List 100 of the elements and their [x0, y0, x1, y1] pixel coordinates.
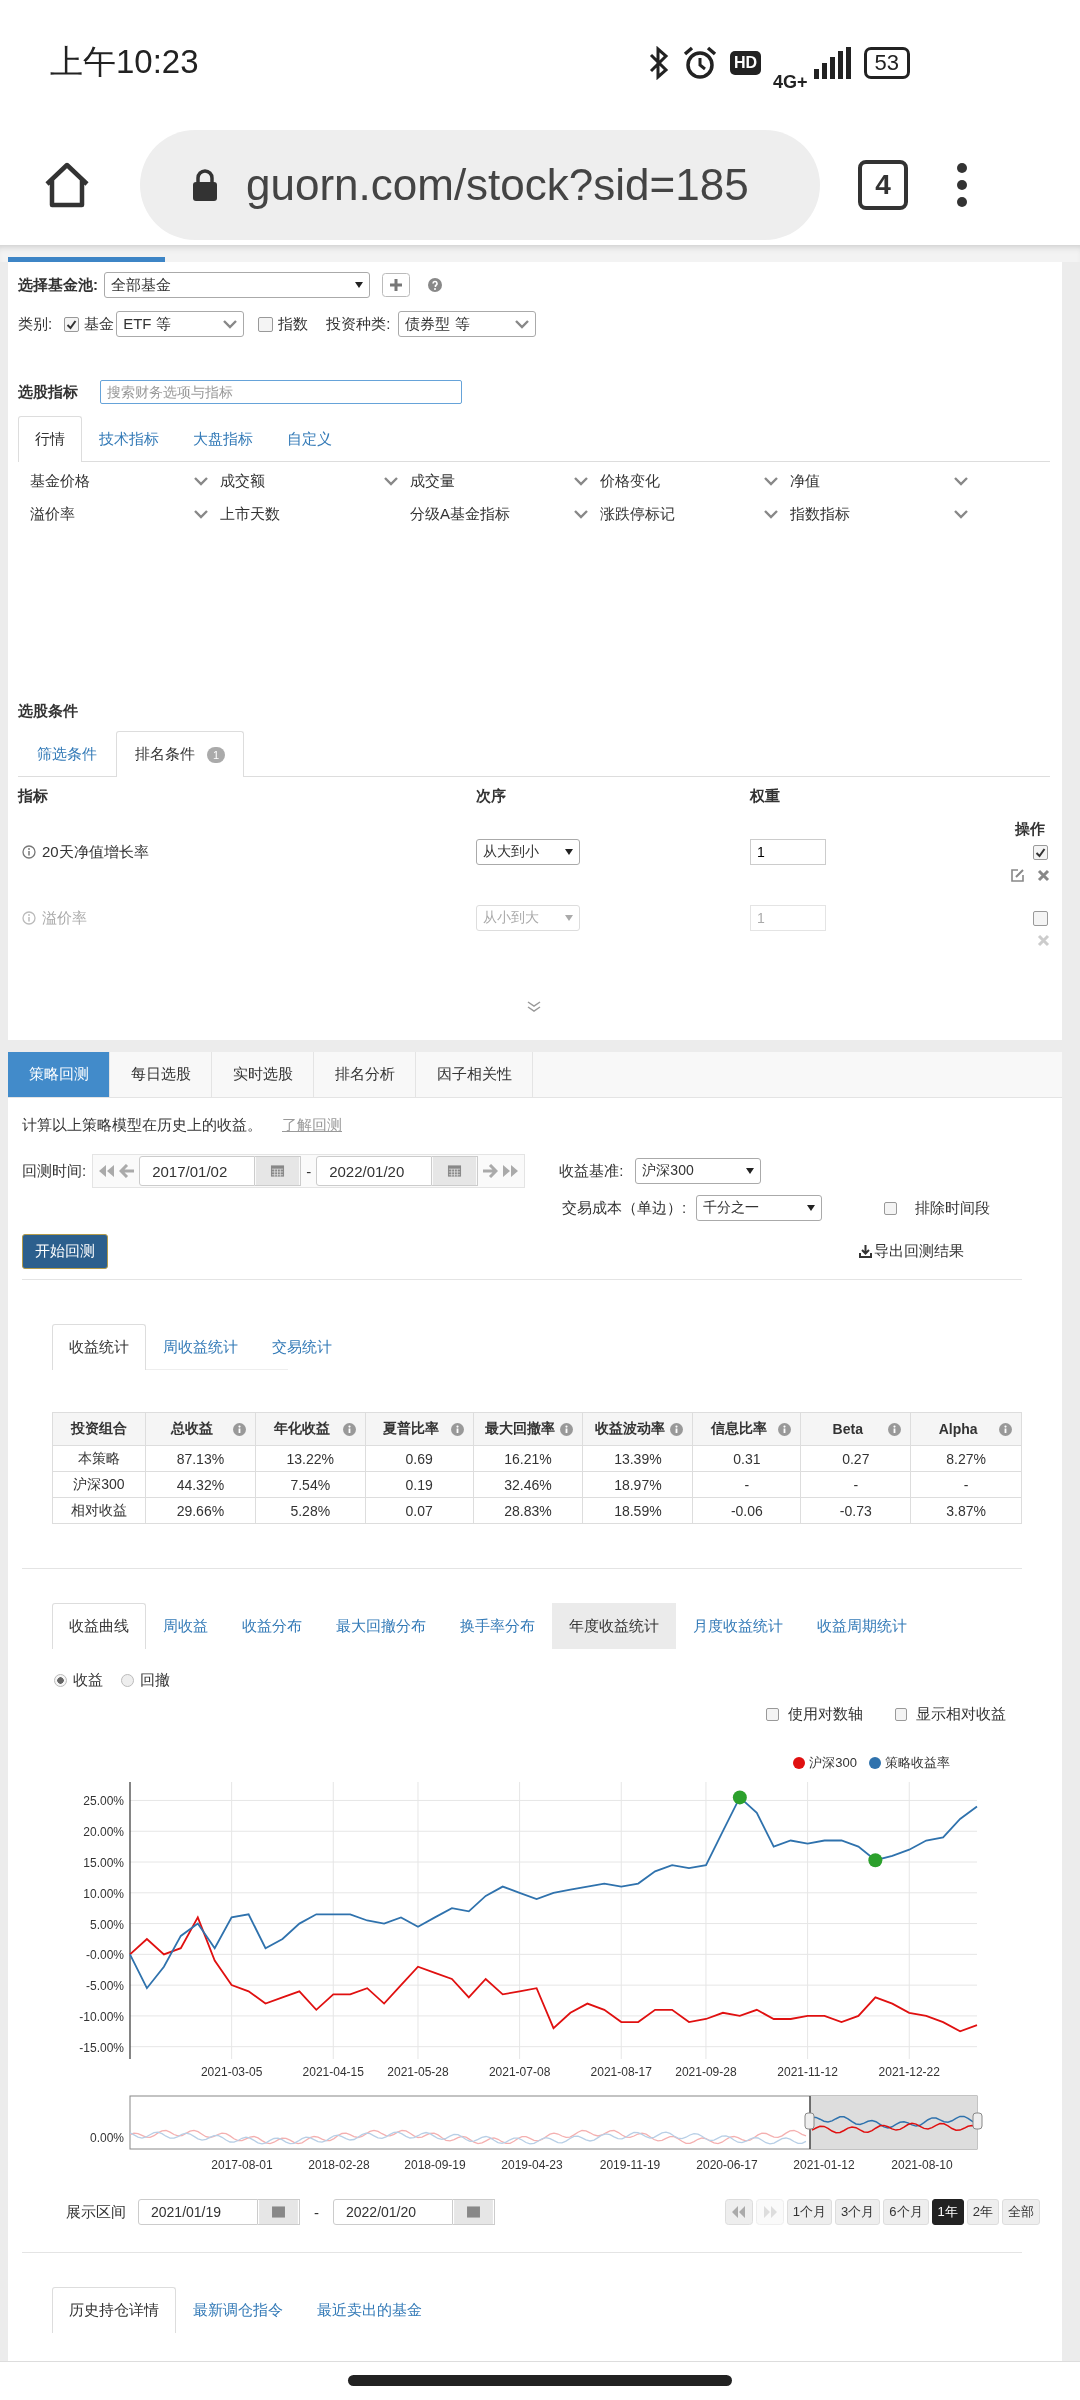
holdings-tab[interactable]: 最近卖出的基金 [300, 2287, 439, 2333]
chart-tab[interactable]: 换手率分布 [443, 1603, 552, 1649]
info-icon[interactable] [778, 1423, 792, 1436]
indicator-tab[interactable]: 技术指标 [82, 416, 176, 462]
indicator-dropdown[interactable]: 基金价格 [30, 472, 208, 491]
indicator-tab[interactable]: 自定义 [270, 416, 349, 462]
range-button[interactable]: 6个月 [883, 2199, 929, 2225]
chart-tab[interactable]: 收益分布 [225, 1603, 319, 1649]
index-checkbox[interactable] [258, 316, 274, 332]
range-end-field[interactable]: 2022/01/20 [333, 2199, 453, 2225]
backtest-tab[interactable]: 因子相关性 [416, 1052, 533, 1097]
backtest-tab[interactable]: 实时选股 [212, 1052, 314, 1097]
y-axis-label: -15.00% [79, 2040, 124, 2055]
indicator-dropdown[interactable]: 涨跌停标记 [600, 505, 778, 524]
condition-tab[interactable]: 排名条件 1 [116, 731, 245, 777]
calendar-icon[interactable] [255, 1156, 302, 1186]
mode-radio[interactable] [54, 1673, 67, 1687]
fund-type-select[interactable]: ETF 等 [116, 311, 245, 337]
info-icon[interactable] [888, 1423, 902, 1436]
chart-tab[interactable]: 年度收益统计 [552, 1603, 676, 1649]
tab-count-button[interactable]: 4 [858, 160, 908, 210]
column-header: 投资组合 [52, 1412, 146, 1446]
chevron-icon [223, 319, 238, 329]
info-icon[interactable] [22, 845, 36, 859]
table-cell: 44.32% [145, 1471, 256, 1498]
next-icon[interactable] [482, 1164, 499, 1178]
indicator-dropdown[interactable]: 净值 [790, 472, 968, 491]
indicator-dropdown[interactable]: 成交量 [410, 472, 588, 491]
export-link[interactable]: 导出回测结果 [859, 1241, 964, 1261]
holdings-tab[interactable]: 最新调仓指令 [176, 2287, 300, 2333]
backtest-tab[interactable]: 策略回测 [8, 1052, 110, 1097]
backtest-tab[interactable]: 排名分析 [314, 1052, 416, 1097]
delete-icon[interactable] [1037, 869, 1050, 882]
table-cell: 沪深300 [52, 1471, 146, 1498]
chart-tab[interactable]: 最大回撤分布 [319, 1603, 443, 1649]
range-button[interactable]: 全部 [1002, 2199, 1040, 2225]
info-icon[interactable] [560, 1423, 574, 1436]
stats-tab[interactable]: 收益统计 [52, 1324, 146, 1370]
mode-radio[interactable] [121, 1673, 134, 1687]
condition-tab[interactable]: 筛选条件 [18, 731, 116, 777]
expand-icon[interactable] [526, 1001, 542, 1013]
indicator-dropdown[interactable]: 上市天数 [220, 505, 398, 524]
address-bar[interactable]: guorn.com/stock?sid=185 [140, 130, 820, 240]
navigator-drawing[interactable] [129, 2095, 983, 2150]
indicator-dropdown[interactable]: 价格变化 [600, 472, 778, 491]
chart-tab[interactable]: 收益周期统计 [800, 1603, 924, 1649]
chevron-icon [764, 477, 778, 486]
cost-select[interactable]: 千分之一 [696, 1195, 823, 1221]
start-backtest-button[interactable]: 开始回测 [22, 1233, 108, 1269]
weight-field[interactable]: 1 [750, 839, 826, 865]
info-icon[interactable] [342, 1423, 356, 1436]
delete-icon[interactable] [1037, 934, 1050, 947]
range-button[interactable]: 1年 [931, 2199, 964, 2225]
info-icon[interactable] [450, 1423, 464, 1436]
calendar-icon[interactable] [453, 2199, 495, 2225]
option-label: 使用对数轴 [787, 1704, 863, 1724]
add-icon[interactable] [382, 273, 410, 297]
stats-tab[interactable]: 周收益统计 [146, 1324, 255, 1370]
info-icon[interactable] [999, 1423, 1012, 1436]
benchmark-select[interactable]: 沪深300 [635, 1158, 762, 1184]
order-select[interactable]: 从大到小 [476, 839, 580, 865]
chevron-icon [515, 319, 530, 329]
stats-tab[interactable]: 交易统计 [255, 1324, 349, 1370]
indicator-dropdown[interactable]: 指数指标 [790, 505, 968, 524]
option-checkbox[interactable] [894, 1707, 907, 1721]
backtest-tab[interactable]: 每日选股 [110, 1052, 212, 1097]
info-icon[interactable] [22, 911, 36, 925]
help-icon[interactable] [428, 278, 442, 292]
range-start-field[interactable]: 2021/01/19 [138, 2199, 258, 2225]
indicator-dropdown[interactable]: 成交额 [220, 472, 398, 491]
calendar-icon[interactable] [432, 1156, 479, 1186]
range-button[interactable]: 1个月 [786, 2199, 833, 2225]
previous-icon[interactable] [119, 1164, 136, 1178]
chart-tab[interactable]: 收益曲线 [52, 1603, 146, 1649]
start-date-field[interactable]: 2017/01/02 [139, 1156, 256, 1186]
rewind-icon[interactable] [724, 2199, 753, 2225]
indicator-tab[interactable]: 行情 [18, 416, 82, 462]
info-icon[interactable] [670, 1423, 684, 1436]
fund-pool-select[interactable]: 全部基金 [104, 272, 370, 298]
holdings-tab[interactable]: 历史持仓详情 [52, 2287, 176, 2333]
search-field[interactable]: 搜索财务选项与指标 [100, 380, 462, 404]
edit-icon[interactable] [1010, 868, 1025, 883]
exclude-checkbox[interactable] [884, 1201, 898, 1215]
range-button[interactable]: 3个月 [835, 2199, 881, 2225]
fund-checkbox[interactable] [64, 316, 80, 332]
option-checkbox[interactable] [766, 1707, 779, 1721]
chart-tab[interactable]: 周收益 [146, 1603, 225, 1649]
info-icon[interactable] [232, 1423, 246, 1436]
calendar-icon[interactable] [258, 2199, 300, 2225]
enable-checkbox[interactable] [1033, 845, 1048, 860]
range-button[interactable]: 2年 [966, 2199, 999, 2225]
chart-tab[interactable]: 月度收益统计 [676, 1603, 800, 1649]
first-icon[interactable] [97, 1164, 116, 1178]
indicator-dropdown[interactable]: 分级A基金指标 [410, 505, 588, 524]
menu-icon[interactable] [956, 162, 968, 208]
indicator-tab[interactable]: 大盘指标 [176, 416, 270, 462]
indicator-dropdown[interactable]: 溢价率 [30, 505, 208, 524]
enable-checkbox[interactable] [1033, 911, 1048, 926]
invest-type-select[interactable]: 债券型 等 [398, 311, 537, 337]
end-date-field[interactable]: 2022/01/20 [316, 1156, 433, 1186]
